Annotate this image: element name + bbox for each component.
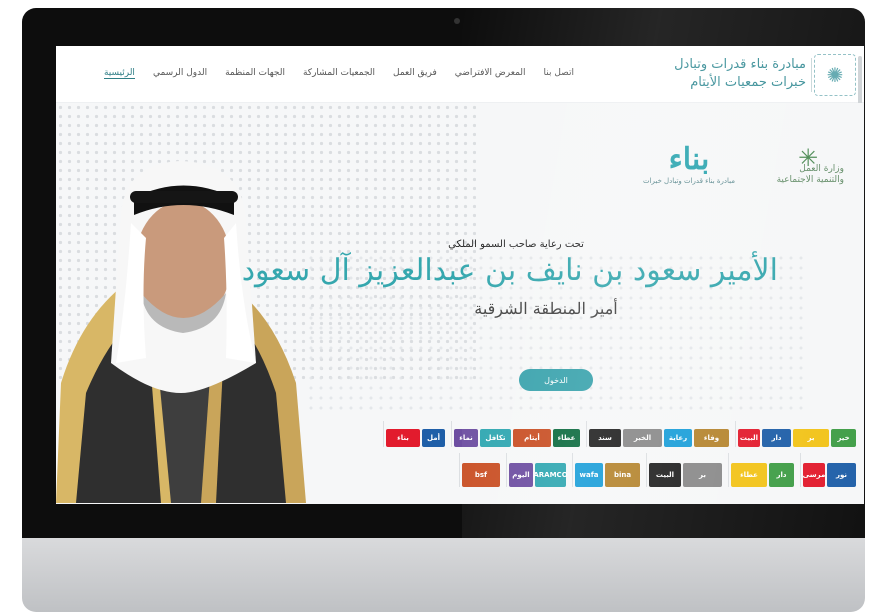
monitor-bezel: ✺ مبادرة بناء قدرات وتبادل خبرات جمعيات … [22,8,865,538]
brand-line-2: خبرات جمعيات الأيتام [690,75,806,90]
ministry-line-2: والتنمية الاجتماعية [776,175,844,185]
sponsor-logo[interactable]: مرسى [803,463,825,487]
sponsor-group: عطاء دار [728,453,796,487]
nav-item[interactable]: الجمعيات المشاركة [303,68,375,79]
sponsor-group: wafa bina [572,453,642,487]
sponsor-logo[interactable]: وفاء [694,429,729,447]
brand-line-1: مبادرة بناء قدرات وتبادل [674,57,806,72]
sponsor-group: نماء تكافل أيتام عطاء [451,421,582,447]
nav-item[interactable]: فريق العمل [393,68,437,79]
ministry-logo[interactable]: ✳ وزارة العمل والتنمية الاجتماعية [772,144,844,186]
sponsor-logo[interactable]: دار [769,463,794,487]
bena-tagline: مبادرة بناء قدرات وتبادل خبرات [642,177,736,185]
sponsor-row-2: مرسى نور عطاء دار البيت بر wafa bina اليوم ARAMCO… [318,453,858,487]
region-title: أمير المنطقة الشرقية [474,299,618,318]
sponsor-logo[interactable]: رعاية [664,429,692,447]
initiative-logo-icon[interactable]: ✺ [814,54,856,96]
hero-banner: ✳ وزارة العمل والتنمية الاجتماعية بناء م… [56,103,864,504]
sponsor-logo[interactable]: اليوم [509,463,533,487]
sponsor-logo[interactable]: البيت [738,429,760,447]
prince-name-calligraphy: الأمير سعود بن نايف بن عبدالعزيز آل سعود [241,253,778,288]
patronage-text: تحت رعاية صاحب السمو الملكي [448,239,584,250]
sponsor-logo[interactable]: نور [827,463,856,487]
sponsor-logo[interactable]: عطاء [731,463,767,487]
sponsor-logo[interactable]: ARAMCO [533,463,568,487]
sponsor-logo[interactable]: بر [683,463,722,487]
sponsor-logo[interactable]: تكافل [480,429,511,447]
sponsor-group: بناء أمل [383,421,447,447]
palm-tree-icon: ✳ [797,144,819,172]
sponsor-logo[interactable]: سند [589,429,621,447]
sponsor-group: البيت دار بر خير [735,421,858,447]
sponsor-logo[interactable]: أمل [422,429,445,447]
sponsor-logo[interactable]: نماء [454,429,478,447]
sponsor-logo[interactable]: أيتام [513,429,551,447]
website-screen: ✺ مبادرة بناء قدرات وتبادل خبرات جمعيات … [56,46,864,504]
nav-item[interactable]: اتصل بنا [544,68,574,79]
sponsor-logo[interactable]: بر [793,429,829,447]
sponsor-logo[interactable]: bsf [462,463,500,487]
sponsor-group: البيت بر [646,453,724,487]
sponsor-logo[interactable]: دار [762,429,791,447]
sponsor-row-1: البيت دار بر خير سند الخبر رعاية وفاء نماء تكافل أ… [318,421,858,447]
nav-item[interactable]: الجهات المنظمة [225,68,285,79]
sponsor-logo[interactable]: خير [831,429,856,447]
nav-item[interactable]: الرئيسية [103,68,135,79]
bena-logo[interactable]: بناء مبادرة بناء قدرات وتبادل خبرات [634,142,744,186]
ministry-line-1: وزارة العمل [799,164,844,174]
monitor-chin [22,538,865,612]
imac-mockup: ✺ مبادرة بناء قدرات وتبادل خبرات جمعيات … [22,8,865,612]
top-navbar: ✺ مبادرة بناء قدرات وتبادل خبرات جمعيات … [56,46,864,116]
sponsor-group: سند الخبر رعاية وفاء [586,421,731,447]
sponsor-logos: البيت دار بر خير سند الخبر رعاية وفاء نماء تكافل أ… [318,421,858,493]
prince-portrait-image [56,161,306,503]
sponsor-logo[interactable]: بناء [386,429,420,447]
nav-item[interactable]: المعرض الافتراضي [455,68,526,79]
brand-title[interactable]: مبادرة بناء قدرات وتبادل خبرات جمعيات ال… [606,56,812,92]
sponsor-logo[interactable]: الخبر [623,429,662,447]
nav-item[interactable]: الدول الرسمي [153,68,207,79]
enter-button[interactable]: الدخول [519,369,593,391]
main-menu: الرئيسية الدول الرسمي الجهات المنظمة الجمعي… [103,68,574,79]
sponsor-logo[interactable]: bina [605,463,640,487]
camera-dot [454,18,460,24]
bena-wordmark: بناء [668,142,710,177]
sponsor-group: اليوم ARAMCO [506,453,568,487]
sponsor-logo[interactable]: عطاء [553,429,580,447]
sponsor-logo[interactable]: البيت [649,463,681,487]
sponsor-group: مرسى نور [800,453,858,487]
brand-divider [811,58,812,92]
sponsor-logo[interactable]: wafa [575,463,603,487]
sponsor-group: bsf [459,453,502,487]
